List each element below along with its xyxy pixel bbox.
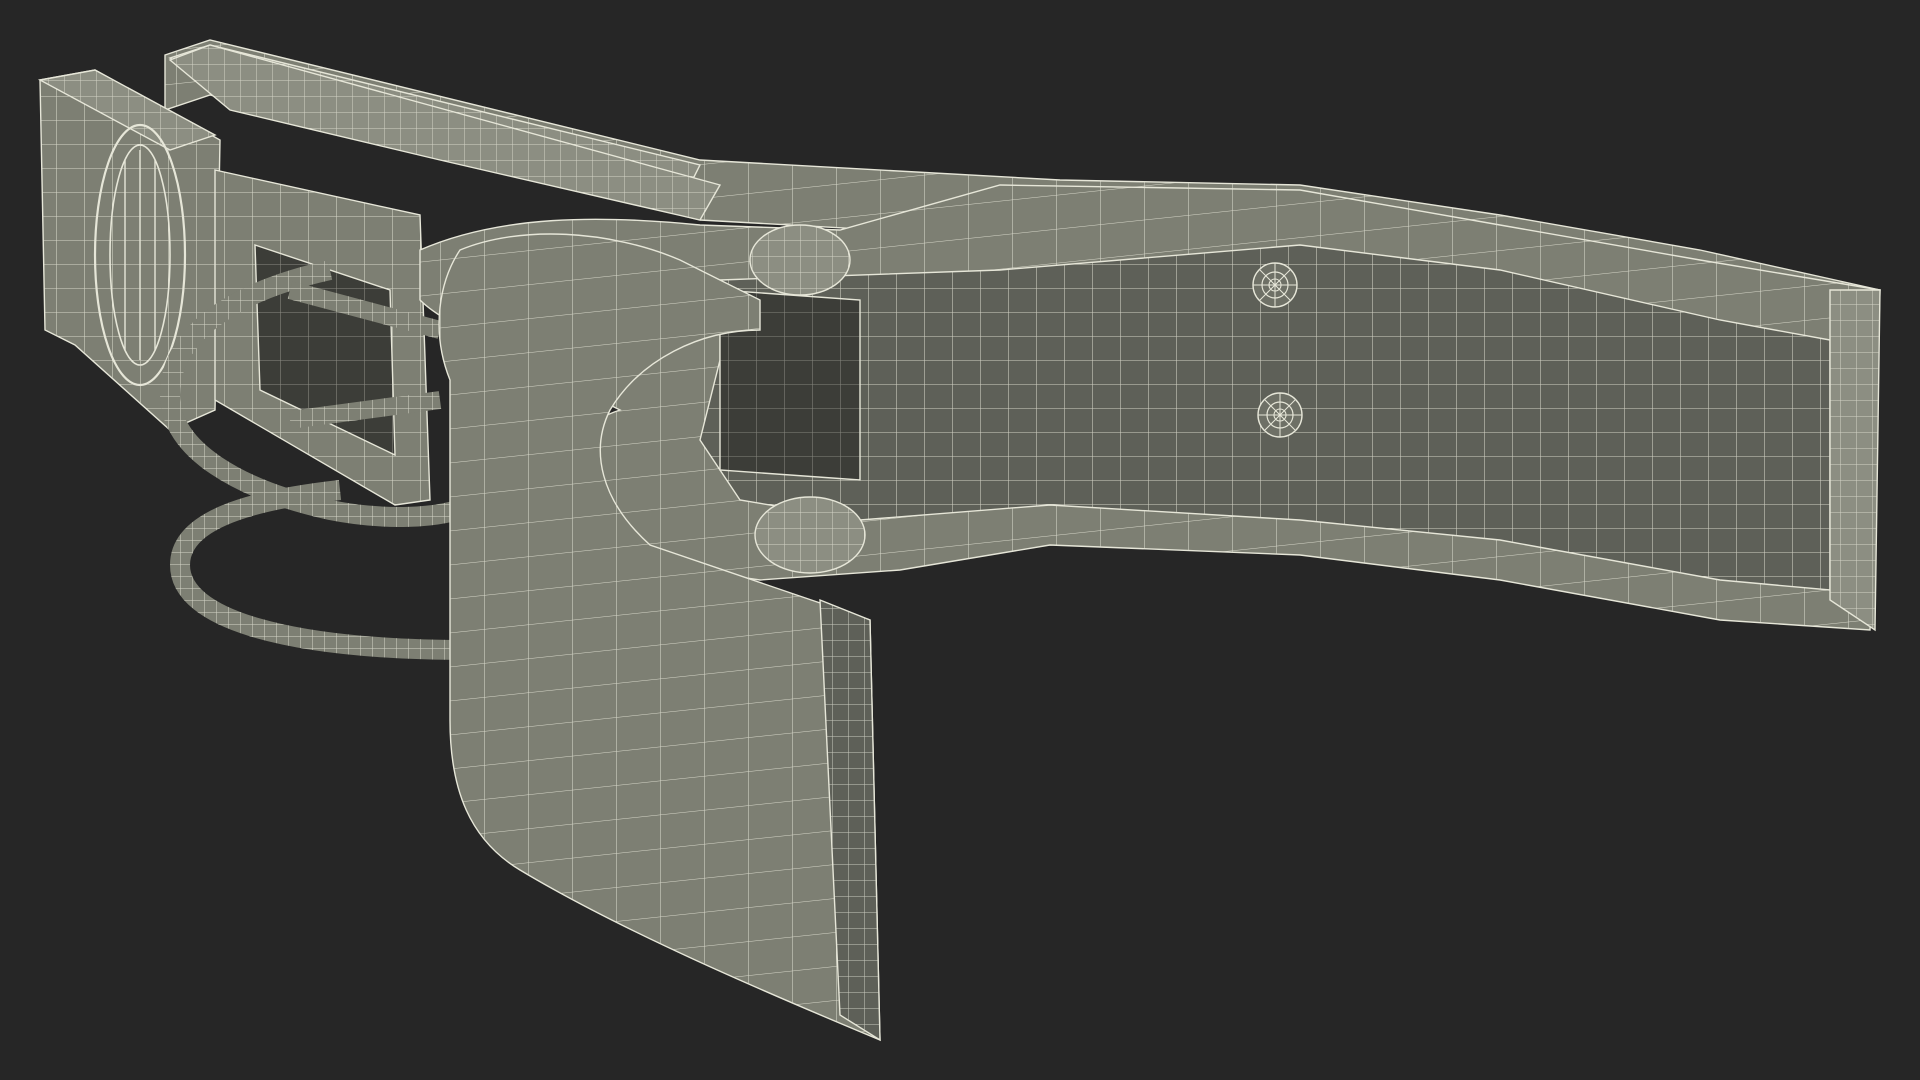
hinge-block [214, 169, 431, 506]
end-cap [37, 69, 221, 431]
screw-boss-top-icon [1252, 262, 1298, 308]
wireframe-render [37, 39, 1881, 1042]
screw-boss-bottom-icon [1257, 392, 1303, 438]
render-viewport [0, 0, 1920, 1080]
